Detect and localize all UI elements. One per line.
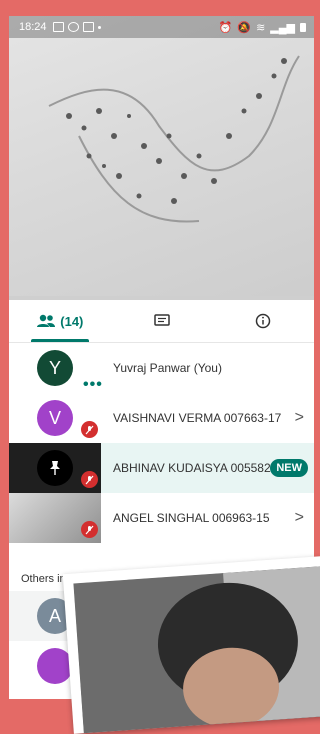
wifi-icon: ≋ <box>256 21 266 34</box>
avatar-initial: V <box>48 407 61 428</box>
people-icon <box>37 314 56 327</box>
others-section-label: Others in <box>21 573 66 585</box>
leopard-drawing <box>48 55 300 223</box>
notification-icons <box>52 22 101 32</box>
system-icons: ⏰ 🔕 ≋ ▂▄▆ <box>219 21 306 34</box>
self-view-tile[interactable] <box>62 556 320 734</box>
tab-info[interactable] <box>212 300 314 342</box>
self-video <box>73 566 320 734</box>
avatar-initial: A <box>48 605 61 626</box>
avatar: V <box>37 400 73 436</box>
participant-name: VAISHNAVI VERMA 007663-17 <box>113 411 282 425</box>
self-person-image <box>73 566 320 734</box>
main-video[interactable]: 18:24 ⏰ 🔕 ≋ ▂▄▆ <box>9 16 314 300</box>
status-bar: 18:24 ⏰ 🔕 ≋ ▂▄▆ <box>9 16 314 38</box>
avatar-initial: Y <box>48 357 61 378</box>
tab-participants[interactable]: (14) <box>9 300 111 342</box>
status-time: 18:24 <box>19 21 47 33</box>
speaking-indicator-icon: ••• <box>83 376 103 393</box>
muted-mic-icon <box>81 471 98 488</box>
participant-name: ANGEL SINGHAL 006963-15 <box>113 511 270 525</box>
new-badge: NEW <box>270 459 308 477</box>
sms-icon <box>82 22 94 32</box>
tab-chat[interactable] <box>111 300 213 342</box>
mute-status-icon: 🔕 <box>237 21 252 34</box>
participant-count: (14) <box>60 313 84 329</box>
battery-icon <box>300 22 306 32</box>
chat-icon <box>153 314 170 326</box>
avatar <box>37 450 73 486</box>
participant-row-highlighted[interactable]: ABHINAV KUDAISYA 005582... NEW <box>9 443 314 493</box>
avatar: Y <box>37 350 73 386</box>
gallery-icon <box>52 22 64 32</box>
participant-row[interactable]: ANGEL SINGHAL 006963-15 > <box>9 493 314 543</box>
chevron-right-icon[interactable]: > <box>295 409 304 427</box>
participant-name: ABHINAV KUDAISYA 005582... <box>113 461 281 475</box>
whatsapp-icon <box>67 22 79 32</box>
participant-name: Yuvraj Panwar (You) <box>113 361 222 375</box>
participant-row[interactable]: V VAISHNAVI VERMA 007663-17 > <box>9 393 314 443</box>
signal-icon: ▂▄▆ <box>270 21 295 34</box>
chevron-right-icon[interactable]: > <box>295 509 304 527</box>
pin-icon <box>50 461 60 475</box>
muted-mic-icon <box>81 521 98 538</box>
muted-mic-icon <box>81 421 98 438</box>
more-notifications-icon <box>97 25 101 29</box>
info-icon <box>255 313 271 329</box>
meeting-tabs: (14) <box>9 300 314 343</box>
alarm-icon: ⏰ <box>218 21 233 34</box>
participant-row[interactable]: Y ••• Yuvraj Panwar (You) <box>9 343 314 393</box>
